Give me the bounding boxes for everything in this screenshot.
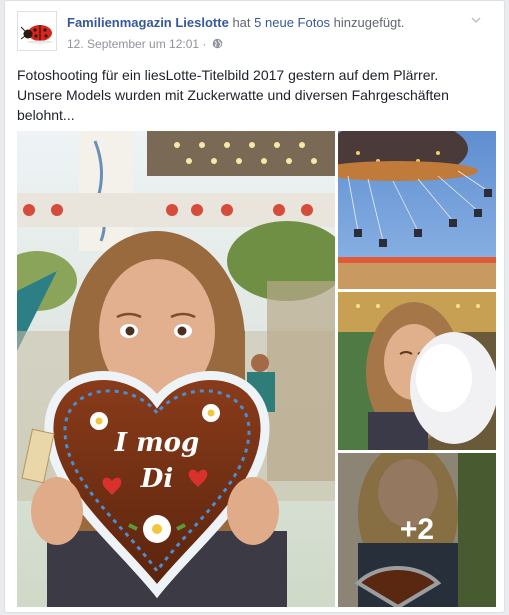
photo-girl-cotton-candy bbox=[338, 292, 496, 450]
photo-girl-gingerbread-heart: I mog Di bbox=[17, 131, 335, 607]
photo-cotton-candy[interactable] bbox=[338, 292, 496, 450]
page-name-link[interactable]: Familienmagazin Lieslotte bbox=[67, 15, 229, 30]
post-text-line: Fotoshooting für ein liesLotte-Titelbild… bbox=[17, 67, 439, 83]
photo-main[interactable]: I mog Di bbox=[17, 131, 335, 607]
ladybug-logo-icon bbox=[18, 12, 56, 50]
post-text-line: Unsere Models wurden mit Zuckerwatte und… bbox=[17, 87, 449, 103]
post-author-line: Familienmagazin Lieslotte hat 5 neue Fot… bbox=[67, 15, 405, 30]
more-photos-count: +2 bbox=[399, 513, 435, 546]
post-text: Fotoshooting für ein liesLotte-Titelbild… bbox=[17, 65, 487, 125]
page-avatar[interactable] bbox=[17, 11, 57, 51]
globe-icon bbox=[212, 39, 223, 49]
photo-more[interactable]: +2 bbox=[338, 453, 496, 607]
post-header: Familienmagazin Lieslotte hat 5 neue Fot… bbox=[17, 11, 487, 53]
post-timestamp[interactable]: 12. September um 12:01 bbox=[67, 37, 199, 51]
meta-separator: · bbox=[202, 36, 207, 51]
post-card: Familienmagazin Lieslotte hat 5 neue Fot… bbox=[4, 0, 505, 613]
photo-grid: I mog Di +2 bbox=[17, 131, 496, 607]
heart-lettering: I mog bbox=[114, 428, 199, 458]
heart-lettering: Di bbox=[140, 464, 173, 494]
action-text-post: hinzugefügt. bbox=[333, 15, 405, 30]
photo-chain-swing-ride bbox=[338, 131, 496, 289]
more-photos-overlay[interactable]: +2 bbox=[338, 453, 496, 607]
chevron-down-icon[interactable] bbox=[469, 13, 483, 27]
action-text-pre: hat bbox=[232, 15, 251, 30]
post-meta: 12. September um 12:01 · bbox=[67, 36, 223, 51]
post-text-line: belohnt... bbox=[17, 107, 75, 123]
new-photos-link[interactable]: 5 neue Fotos bbox=[254, 15, 330, 30]
photo-carousel[interactable] bbox=[338, 131, 496, 289]
